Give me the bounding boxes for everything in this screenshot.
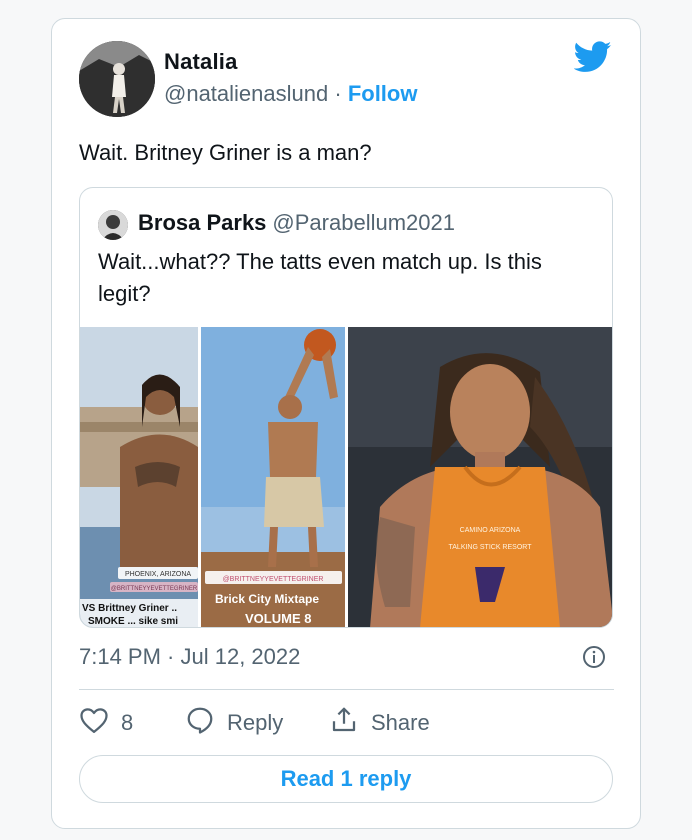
quoted-tweet-text: Wait...what?? The tatts even match up. I… xyxy=(98,249,542,306)
left-caption-line2: SMOKE ... sike smi xyxy=(88,616,178,627)
share-button[interactable]: Share xyxy=(329,705,430,741)
quoted-author-row: Brosa Parks @Parabellum2021 xyxy=(138,210,455,236)
share-upload-icon xyxy=(329,705,371,741)
info-icon[interactable] xyxy=(582,645,606,669)
author-handle[interactable]: @natalienaslund xyxy=(164,81,328,106)
quoted-author-avatar[interactable] xyxy=(98,210,128,240)
twitter-bird-icon[interactable] xyxy=(573,41,612,73)
middle-caption-line1: Brick City Mixtape xyxy=(215,592,319,606)
separator: · xyxy=(334,81,342,106)
author-avatar[interactable] xyxy=(79,41,155,117)
share-label: Share xyxy=(371,710,430,735)
quoted-author-name[interactable]: Brosa Parks xyxy=(138,210,266,235)
media-right-photo: CAMINO ARIZONA TALKING STICK RESORT xyxy=(348,327,612,627)
reply-button[interactable]: Reply xyxy=(185,705,283,741)
tweet-timestamp[interactable]: 7:14 PM · Jul 12, 2022 xyxy=(79,644,300,670)
quoted-author-handle[interactable]: @Parabellum2021 xyxy=(272,210,455,235)
jersey-text-2: TALKING STICK RESORT xyxy=(449,544,533,551)
media-left-photo: PHOENIX, ARIZONA @BRITTNEYYEVETTEGRINER … xyxy=(80,327,198,627)
speech-bubble-icon xyxy=(185,705,227,741)
heart-icon xyxy=(79,706,121,740)
left-location-tag: PHOENIX, ARIZONA xyxy=(125,571,191,578)
tweet-card: Natalia @natalienaslund · Follow Wait. B… xyxy=(51,18,641,829)
author-name[interactable]: Natalia xyxy=(164,49,238,75)
quoted-media-grid[interactable]: PHOENIX, ARIZONA @BRITTNEYYEVETTEGRINER … xyxy=(80,327,612,627)
media-middle-photo: @BRITTNEYYEVETTEGRINER Brick City Mixtap… xyxy=(201,327,345,627)
follow-button[interactable]: Follow xyxy=(348,81,418,106)
reply-label: Reply xyxy=(227,710,284,735)
read-replies-button[interactable]: Read 1 reply xyxy=(79,755,613,803)
like-button[interactable]: 8 xyxy=(79,705,133,741)
left-caption-line1: VS Brittney Griner .. xyxy=(82,603,177,614)
tweet-text: Wait. Britney Griner is a man? xyxy=(79,140,372,165)
middle-caption-line2: VOLUME 8 xyxy=(245,611,311,626)
left-user-tag: @BRITTNEYYEVETTEGRINER xyxy=(111,586,198,592)
action-bar: 8 Reply Share xyxy=(79,705,614,741)
divider xyxy=(79,689,614,690)
like-count: 8 xyxy=(121,710,134,735)
jersey-text-1: CAMINO ARIZONA xyxy=(460,527,521,534)
middle-user-tag: @BRITTNEYYEVETTEGRINER xyxy=(223,576,324,583)
author-handle-row: @natalienaslund · Follow xyxy=(164,81,417,107)
quoted-tweet[interactable]: Brosa Parks @Parabellum2021 Wait...what??… xyxy=(79,187,613,628)
